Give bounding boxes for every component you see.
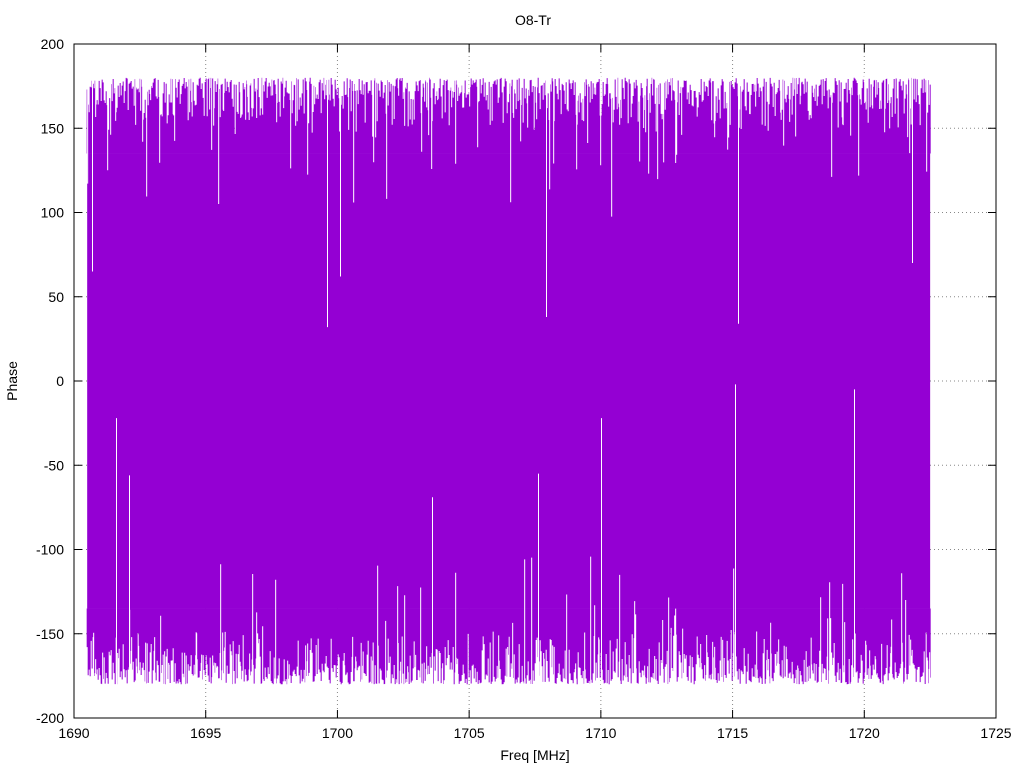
y-axis-title: Phase bbox=[4, 361, 20, 401]
x-tick-labels: 1690 1695 1700 1705 1710 1715 1720 1725 bbox=[58, 725, 1011, 741]
x-tick-label: 1690 bbox=[58, 725, 89, 741]
y-tick-label: 0 bbox=[56, 373, 64, 389]
y-tick-label: -50 bbox=[44, 457, 64, 473]
x-tick-label: 1700 bbox=[322, 725, 353, 741]
phase-chart: 1690 1695 1700 1705 1710 1715 1720 1725 -200 -15… bbox=[4, 12, 1012, 763]
x-tick-label: 1710 bbox=[585, 725, 616, 741]
series-band bbox=[87, 153, 931, 609]
y-tick-label: 50 bbox=[48, 289, 64, 305]
data-series bbox=[86, 74, 931, 688]
y-tick-label: 100 bbox=[41, 205, 65, 221]
y-tick-label: 200 bbox=[41, 36, 65, 52]
x-tick-label: 1720 bbox=[849, 725, 880, 741]
x-tick-label: 1725 bbox=[980, 725, 1011, 741]
x-tick-label: 1705 bbox=[454, 725, 485, 741]
y-tick-label: -150 bbox=[36, 626, 64, 642]
y-tick-label: -100 bbox=[36, 542, 64, 558]
x-tick-label: 1695 bbox=[190, 725, 221, 741]
x-tick-label: 1715 bbox=[717, 725, 748, 741]
y-tick-label: 150 bbox=[41, 120, 65, 136]
y-tick-label: -200 bbox=[36, 710, 64, 726]
y-tick-labels: -200 -150 -100 -50 0 50 100 150 200 bbox=[36, 36, 64, 726]
chart-title: O8-Tr bbox=[515, 12, 551, 28]
x-axis-title: Freq [MHz] bbox=[500, 747, 569, 763]
series-bottom-edge bbox=[86, 608, 931, 685]
